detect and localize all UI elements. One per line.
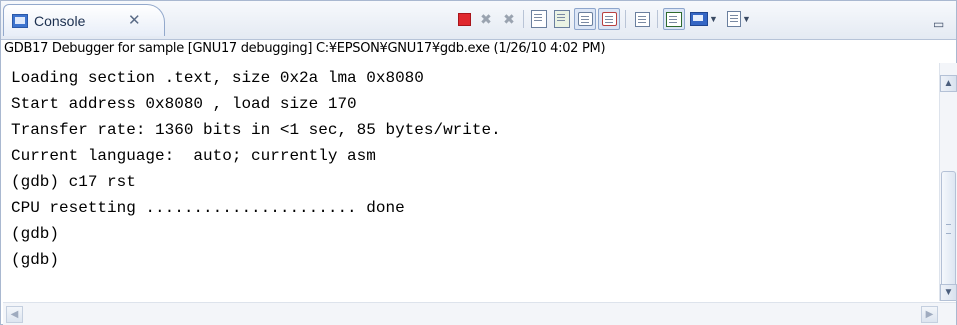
open-console-icon[interactable]: ▼: [689, 8, 719, 30]
horizontal-scrollbar[interactable]: ◀ ▶: [3, 302, 956, 325]
console-line: (gdb) c17 rst: [11, 173, 136, 191]
scroll-down-icon[interactable]: ▼: [940, 284, 957, 301]
vertical-scroll-thumb[interactable]: [941, 171, 956, 287]
show-console-on-stdout-icon[interactable]: [574, 8, 596, 30]
console-line: Current language: auto; currently asm: [11, 147, 376, 165]
scroll-up-icon[interactable]: ▲: [940, 75, 957, 92]
terminate-icon[interactable]: [453, 8, 475, 30]
display-selected-console-icon[interactable]: [663, 8, 685, 30]
process-description: GDB17 Debugger for sample [GNU17 debuggi…: [4, 41, 606, 56]
remove-launch-icon[interactable]: ✖: [475, 8, 497, 30]
scroll-left-icon[interactable]: ◀: [6, 306, 23, 323]
console-line: Loading section .text, size 0x2a lma 0x8…: [11, 69, 424, 87]
console-line: Start address 0x8080 , load size 170: [11, 95, 357, 113]
scroll-right-icon[interactable]: ▶: [921, 306, 938, 323]
remove-all-terminated-icon[interactable]: ✖: [498, 8, 520, 30]
console-toolbar: ✖ ✖ ▼ ▼ ▭: [1, 8, 957, 32]
view-tab-bar: Console ✕ ✖ ✖ ▼ ▼ ▭: [1, 1, 956, 40]
scroll-lock-icon[interactable]: [551, 8, 573, 30]
console-view: Console ✕ ✖ ✖ ▼ ▼ ▭ GDB17 Debugger for s…: [0, 0, 957, 325]
new-console-icon[interactable]: ▼: [724, 8, 754, 30]
minimize-icon[interactable]: ▭: [933, 17, 944, 31]
console-line: CPU resetting ...................... don…: [11, 199, 405, 217]
clear-console-icon[interactable]: [528, 8, 550, 30]
console-output[interactable]: Loading section .text, size 0x2a lma 0x8…: [3, 63, 938, 301]
console-line: (gdb): [11, 225, 60, 243]
show-console-on-stderr-icon[interactable]: [598, 8, 620, 30]
console-line: Transfer rate: 1360 bits in <1 sec, 85 b…: [11, 121, 501, 139]
pin-console-icon[interactable]: [631, 8, 653, 30]
vertical-scrollbar[interactable]: ▲ ▼: [939, 63, 957, 301]
console-line: (gdb): [11, 251, 60, 269]
